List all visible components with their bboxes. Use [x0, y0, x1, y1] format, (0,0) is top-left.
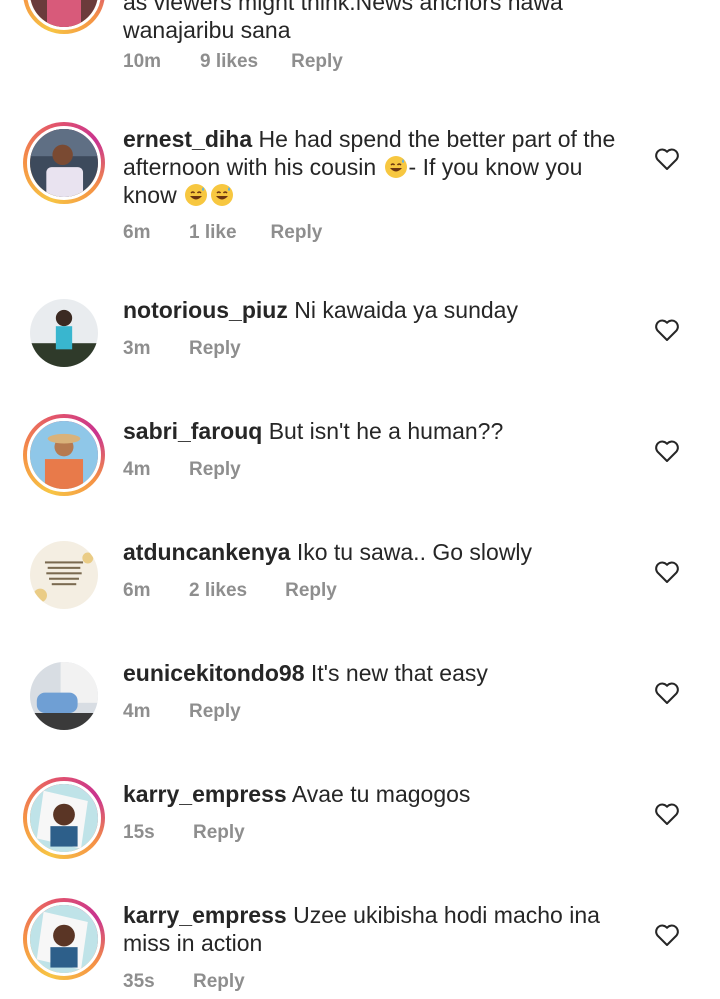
comment-meta: 4m Reply — [123, 701, 241, 723]
like-button[interactable] — [654, 439, 680, 463]
avatar[interactable] — [23, 0, 105, 34]
comment-text: notorious_piuz Ni kawaida ya sunday — [123, 297, 518, 323]
comment-time: 15s — [123, 822, 155, 843]
profile-photo-icon — [30, 905, 98, 973]
comment-text: ernest_diha He had spend the better part… — [123, 126, 616, 208]
avatar[interactable] — [23, 777, 105, 859]
grinning-sweat-emoji-icon — [185, 184, 208, 206]
comment-username[interactable]: ernest_diha — [123, 126, 252, 152]
comment-username[interactable]: karry_empress — [123, 781, 287, 807]
quote-card-photo-icon — [30, 541, 98, 609]
avatar[interactable] — [23, 898, 105, 980]
comment-time: 35s — [123, 971, 155, 992]
comment-meta: 4m Reply — [123, 459, 241, 481]
likes-count[interactable]: 9 likes — [200, 51, 258, 73]
comment-text: eunicekitondo98 It's new that easy — [123, 660, 488, 686]
avatar[interactable] — [30, 662, 98, 730]
comment-time: 3m — [123, 338, 151, 359]
like-button[interactable] — [654, 681, 680, 705]
comment-text: as viewers might think.News anchors hawa… — [123, 0, 563, 43]
profile-photo-icon — [30, 129, 98, 197]
likes-count[interactable]: 2 likes — [189, 580, 247, 602]
heart-outline-icon — [655, 803, 679, 825]
comment-time: 6m — [123, 222, 151, 243]
profile-photo-icon — [30, 421, 98, 489]
avatar[interactable] — [30, 541, 98, 609]
comment-time: 6m — [123, 580, 151, 601]
heart-outline-icon — [655, 319, 679, 341]
reply-button[interactable]: Reply — [285, 580, 337, 602]
comment-meta: 15s Reply — [123, 822, 245, 844]
reply-button[interactable]: Reply — [189, 701, 241, 723]
comment-meta: 6m 2 likes Reply — [123, 580, 337, 602]
comment-text: karry_empress Uzee ukibisha hodi macho i… — [123, 902, 600, 956]
heart-outline-icon — [655, 561, 679, 583]
comment-text: karry_empress Avae tu magogos — [123, 781, 471, 807]
reply-button[interactable]: Reply — [189, 459, 241, 481]
reply-button[interactable]: Reply — [291, 51, 343, 73]
reply-button[interactable]: Reply — [193, 822, 245, 844]
avatar[interactable] — [23, 414, 105, 496]
heart-outline-icon — [655, 682, 679, 704]
grinning-sweat-emoji-icon — [211, 184, 234, 206]
reply-button[interactable]: Reply — [271, 222, 323, 244]
comment-meta: 6m 1 like Reply — [123, 222, 322, 244]
reply-button[interactable]: Reply — [189, 338, 241, 360]
likes-count[interactable]: 1 like — [189, 222, 237, 244]
comment-username[interactable]: eunicekitondo98 — [123, 660, 304, 686]
comment-time: 4m — [123, 459, 151, 480]
heart-outline-icon — [655, 440, 679, 462]
comment-time: 4m — [123, 701, 151, 722]
comment-username[interactable]: sabri_farouq — [123, 418, 262, 444]
comment-username[interactable]: karry_empress — [123, 902, 287, 928]
profile-photo-icon — [30, 662, 98, 730]
like-button[interactable] — [654, 147, 680, 171]
profile-photo-icon — [30, 0, 98, 27]
comment-meta: 10m 9 likes Reply — [123, 51, 343, 73]
like-button[interactable] — [654, 923, 680, 947]
heart-outline-icon — [655, 924, 679, 946]
comment-username[interactable]: notorious_piuz — [123, 297, 288, 323]
like-button[interactable] — [654, 318, 680, 342]
comment-text: sabri_farouq But isn't he a human?? — [123, 418, 504, 444]
comment-text: atduncankenya Iko tu sawa.. Go slowly — [123, 539, 533, 565]
heart-outline-icon — [655, 148, 679, 170]
avatar[interactable] — [23, 122, 105, 204]
like-button[interactable] — [654, 802, 680, 826]
profile-photo-icon — [30, 784, 98, 852]
comment-time: 10m — [123, 51, 162, 72]
comment-meta: 35s Reply — [123, 971, 245, 993]
profile-photo-icon — [30, 299, 98, 367]
comment-username[interactable]: atduncankenya — [123, 539, 290, 565]
avatar[interactable] — [30, 299, 98, 367]
reply-button[interactable]: Reply — [193, 971, 245, 993]
like-button[interactable] — [654, 560, 680, 584]
grinning-sweat-emoji-icon — [384, 156, 407, 178]
comment-meta: 3m Reply — [123, 338, 241, 360]
